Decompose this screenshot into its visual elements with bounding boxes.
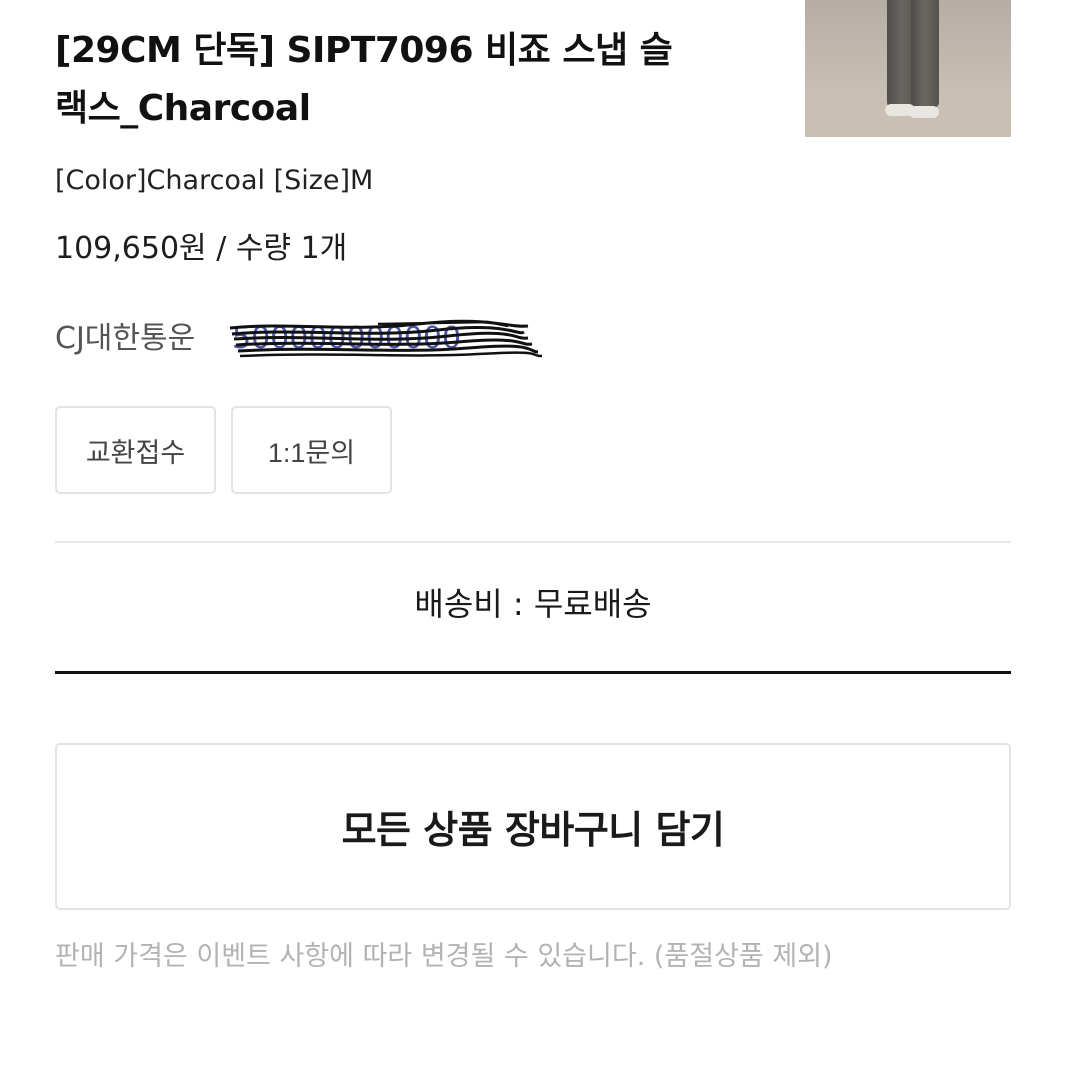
divider-dark [55, 671, 1011, 674]
product-title-line-2: 랙스_Charcoal [55, 88, 311, 129]
price-quantity: 109,650원 / 수량 1개 [55, 231, 348, 266]
divider-light [55, 541, 1011, 543]
product-thumbnail[interactable] [805, 0, 1011, 137]
redaction-scribble [229, 319, 543, 358]
add-all-to-cart-button[interactable]: 모든 상품 장바구니 담기 [55, 743, 1011, 910]
exchange-button[interactable]: 교환접수 [55, 406, 216, 494]
product-title-line-1: [29CM 단독] SIPT7096 비죠 스냅 슬 [55, 30, 673, 71]
shipping-fee: 배송비 : 무료배송 [414, 585, 652, 623]
product-title: [29CM 단독] SIPT7096 비죠 스냅 슬 랙스_Charcoal [55, 22, 775, 138]
courier-name: CJ대한통운 [55, 321, 196, 356]
thumbnail-leg-right [911, 0, 939, 108]
thumbnail-shoe-right [909, 106, 939, 118]
price-change-notice: 판매 가격은 이벤트 사항에 따라 변경될 수 있습니다. (품절상품 제외) [55, 941, 833, 972]
product-option: [Color]Charcoal [Size]M [55, 165, 374, 196]
inquiry-button[interactable]: 1:1문의 [231, 406, 392, 494]
